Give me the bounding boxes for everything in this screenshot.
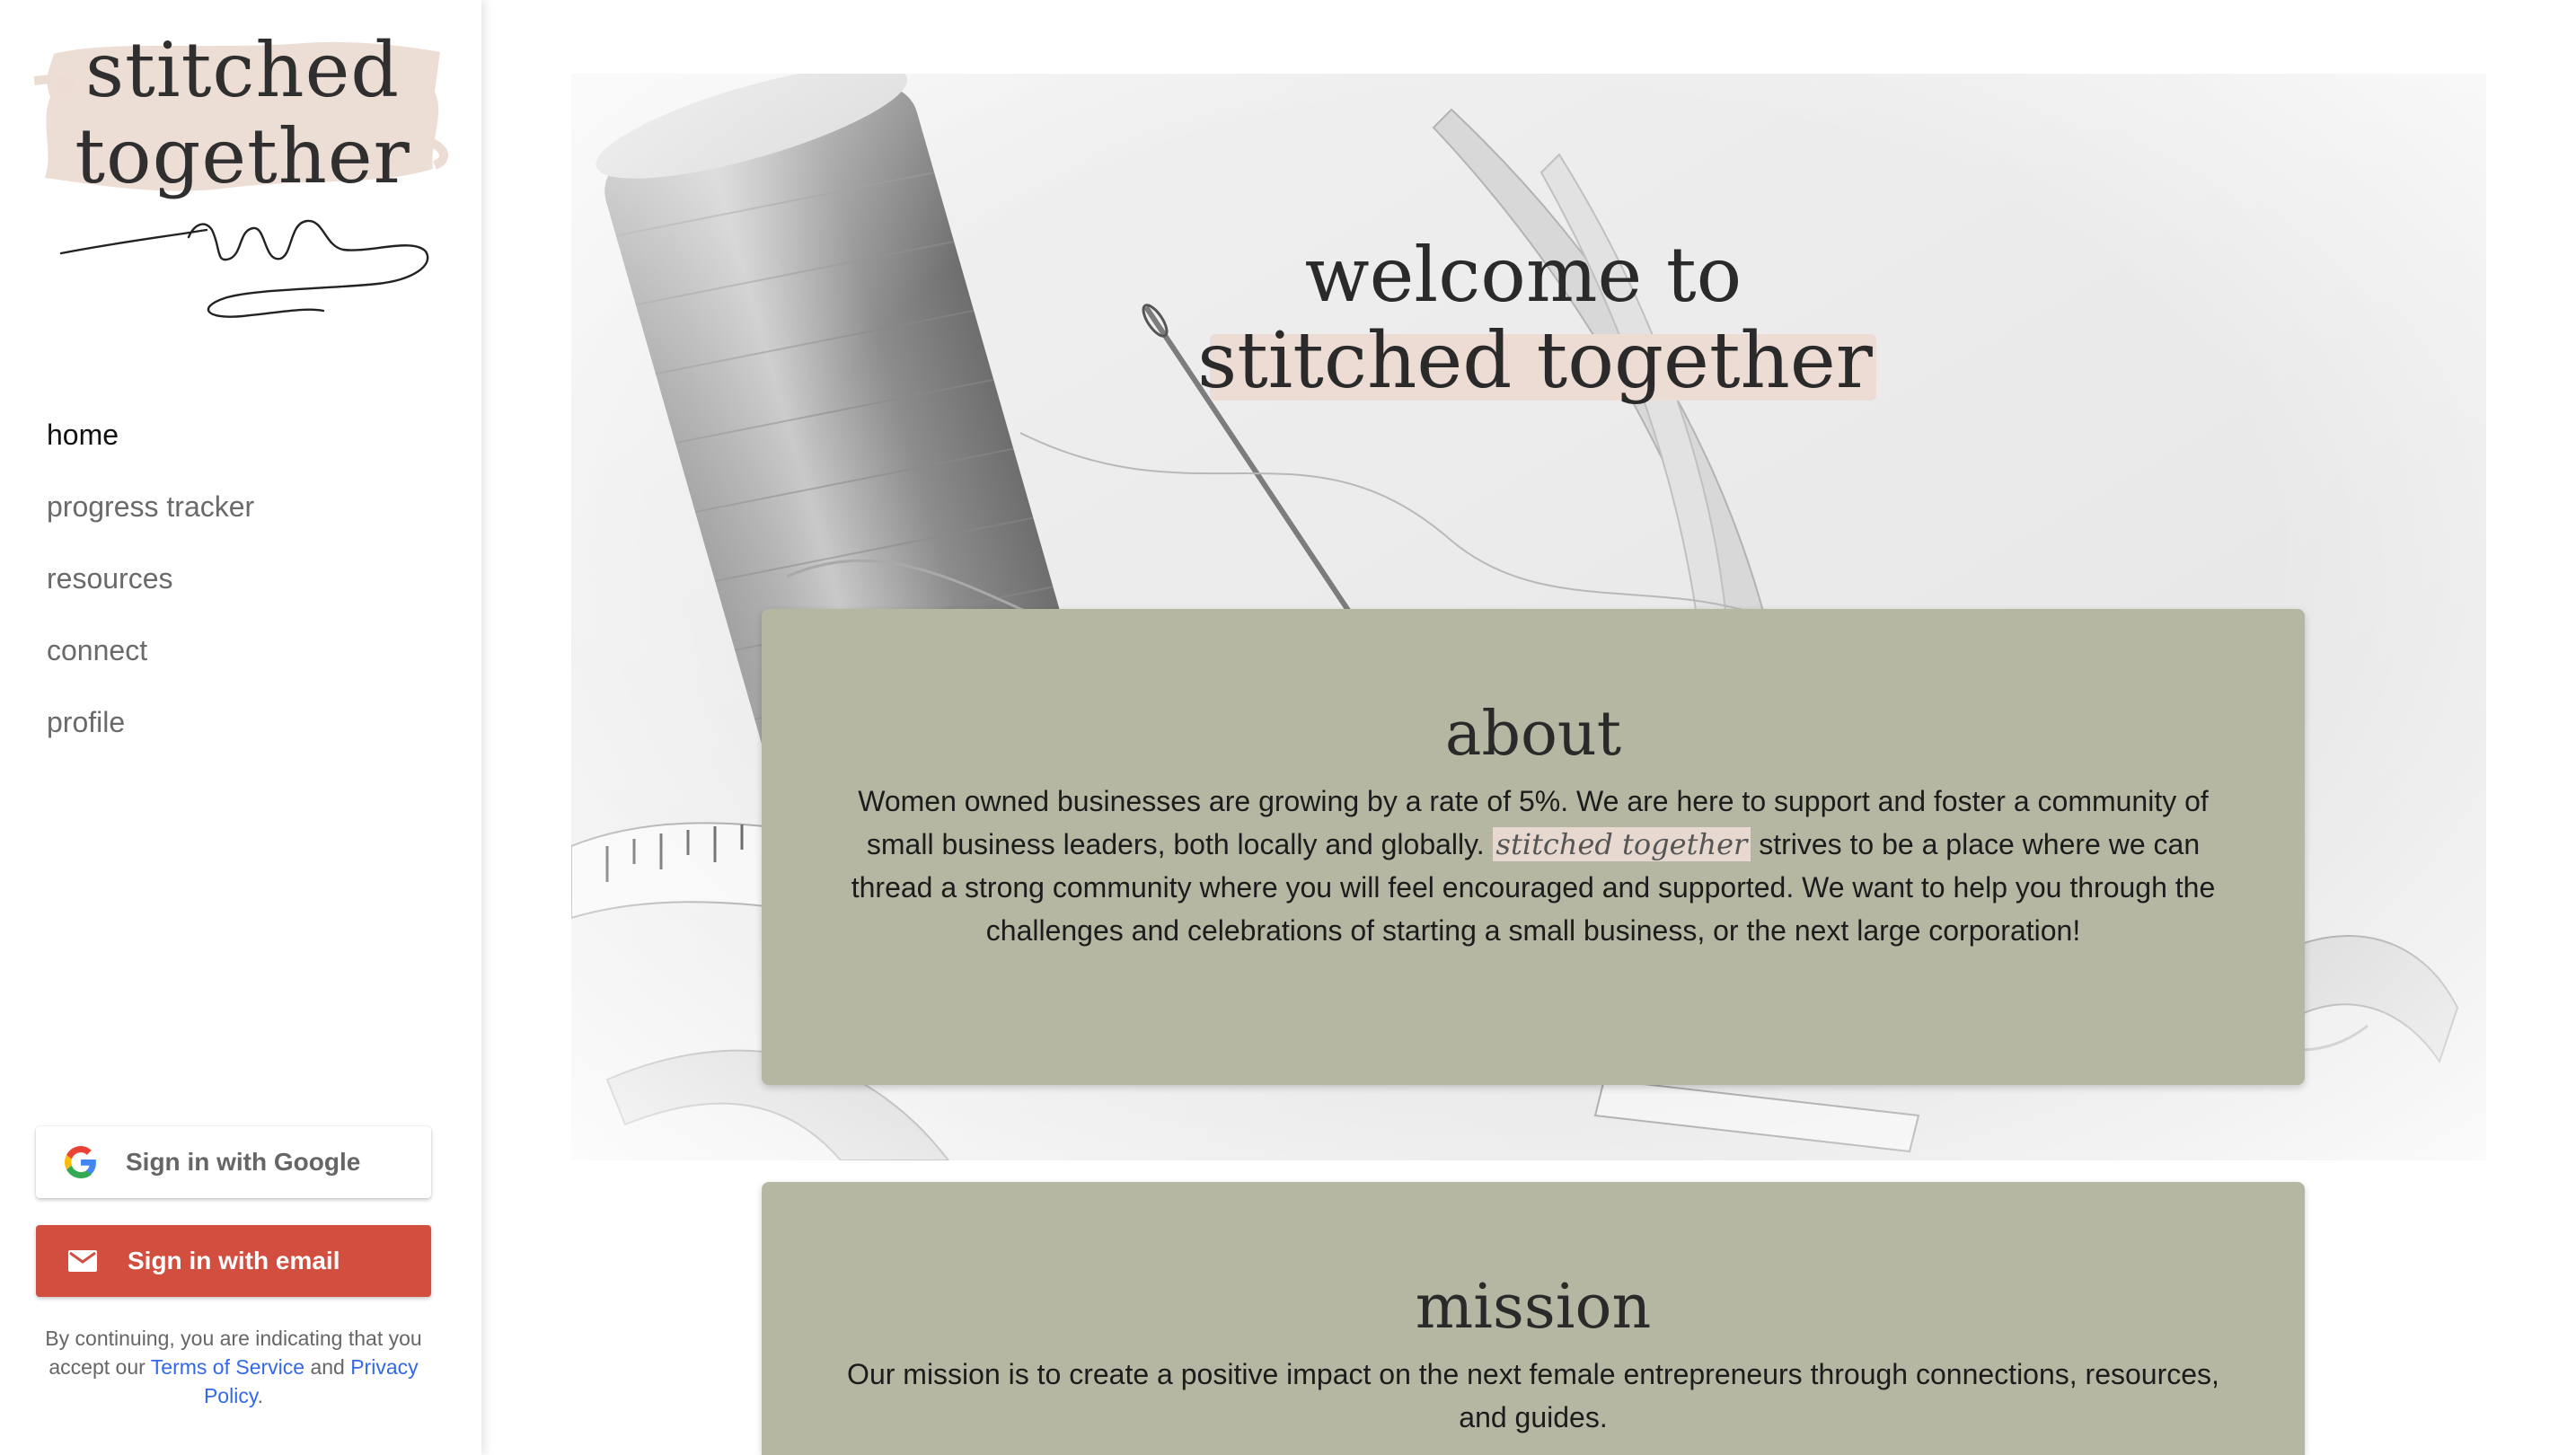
brand-logo[interactable]: stitched together xyxy=(27,27,458,323)
nav-item-connect[interactable]: connect xyxy=(47,629,451,701)
mission-text: Our mission is to create a positive impa… xyxy=(847,1358,2219,1433)
brand-name: stitched together xyxy=(27,27,458,199)
about-card: about Women owned businesses are growing… xyxy=(762,609,2305,1085)
sign-in-email-button[interactable]: Sign in with email xyxy=(36,1225,431,1297)
disclaimer-period: . xyxy=(257,1384,264,1407)
hero-heading-line1: welcome to xyxy=(1304,231,1742,319)
about-title: about xyxy=(1444,699,1622,770)
terms-disclaimer: By continuing, you are indicating that y… xyxy=(36,1324,431,1410)
brand-name-line2: together xyxy=(75,112,410,200)
hero-heading: welcome to stitched together xyxy=(481,232,2576,404)
sidebar: stitched together home progress tracker … xyxy=(0,0,481,1455)
mail-icon xyxy=(65,1243,101,1279)
sign-in-google-label: Sign in with Google xyxy=(126,1148,361,1176)
about-text: Women owned businesses are growing by a … xyxy=(846,780,2220,952)
sign-in-google-button[interactable]: Sign in with Google xyxy=(36,1126,431,1198)
nav-item-resources[interactable]: resources xyxy=(47,557,451,629)
nav-item-home[interactable]: home xyxy=(47,413,451,485)
mission-title: mission xyxy=(1415,1272,1652,1343)
hero-heading-line2: stitched together xyxy=(1197,316,1876,406)
disclaimer-and: and xyxy=(310,1355,345,1379)
nav-item-progress-tracker[interactable]: progress tracker xyxy=(47,485,451,557)
sign-in-email-label: Sign in with email xyxy=(128,1247,340,1274)
thread-squiggle-icon xyxy=(59,219,429,318)
mission-card: mission Our mission is to create a posit… xyxy=(762,1182,2305,1455)
brand-name-line1: stitched xyxy=(84,26,401,114)
about-brand-inline: stitched together xyxy=(1492,827,1751,861)
main-nav: home progress tracker resources connect … xyxy=(47,413,451,772)
auth-panel: Sign in with Google Sign in with email B… xyxy=(36,1126,431,1410)
terms-of-service-link[interactable]: Terms of Service xyxy=(151,1355,304,1379)
nav-item-profile[interactable]: profile xyxy=(47,701,451,772)
google-icon xyxy=(63,1144,99,1180)
hero-heading-line2-text: stitched together xyxy=(1197,316,1873,406)
